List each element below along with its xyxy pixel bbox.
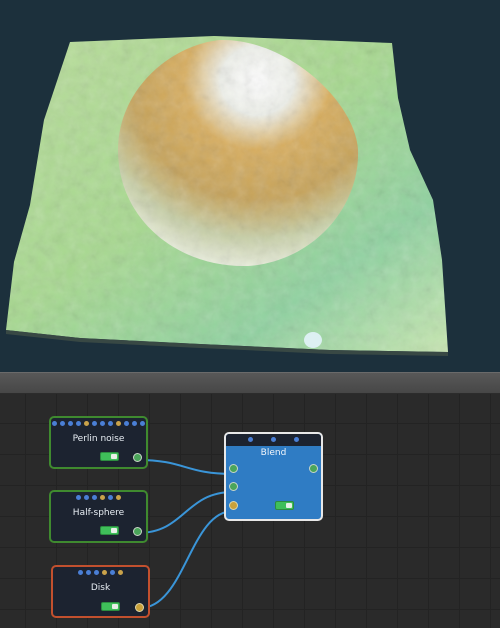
output-port[interactable] xyxy=(135,603,144,612)
node-title: Disk xyxy=(90,583,111,593)
node-half-sphere[interactable]: Half-sphere xyxy=(49,490,148,543)
output-port[interactable] xyxy=(133,527,142,536)
terrain-viewport[interactable] xyxy=(0,0,500,372)
output-port[interactable] xyxy=(309,464,318,473)
node-blend[interactable]: Blend xyxy=(224,432,323,521)
node-title: Half-sphere xyxy=(72,508,125,518)
output-port[interactable] xyxy=(133,453,142,462)
wire-perlin-to-blend[interactable] xyxy=(137,459,234,475)
enable-toggle[interactable] xyxy=(100,526,119,535)
node-title: Perlin noise xyxy=(72,434,125,444)
wire-disk-to-blend[interactable] xyxy=(139,510,234,609)
panel-splitter[interactable] xyxy=(0,372,500,394)
node-title: Blend xyxy=(260,448,287,458)
input-port-a[interactable] xyxy=(229,464,238,473)
input-port-b[interactable] xyxy=(229,482,238,491)
node-input-dots xyxy=(53,570,148,575)
enable-toggle[interactable] xyxy=(275,501,294,510)
enable-toggle[interactable] xyxy=(101,602,120,611)
enable-toggle[interactable] xyxy=(100,452,119,461)
node-perlin-noise[interactable]: Perlin noise xyxy=(49,416,148,469)
input-port-mask[interactable] xyxy=(229,501,238,510)
node-graph-canvas[interactable]: Perlin noise Half-sphere Disk Blend xyxy=(0,394,500,628)
node-input-dots xyxy=(51,421,146,426)
node-input-dots xyxy=(51,495,146,500)
terrain-render xyxy=(6,36,448,356)
wire-halfsphere-to-blend[interactable] xyxy=(137,491,234,534)
node-disk[interactable]: Disk xyxy=(51,565,150,618)
node-input-dots xyxy=(226,437,321,442)
